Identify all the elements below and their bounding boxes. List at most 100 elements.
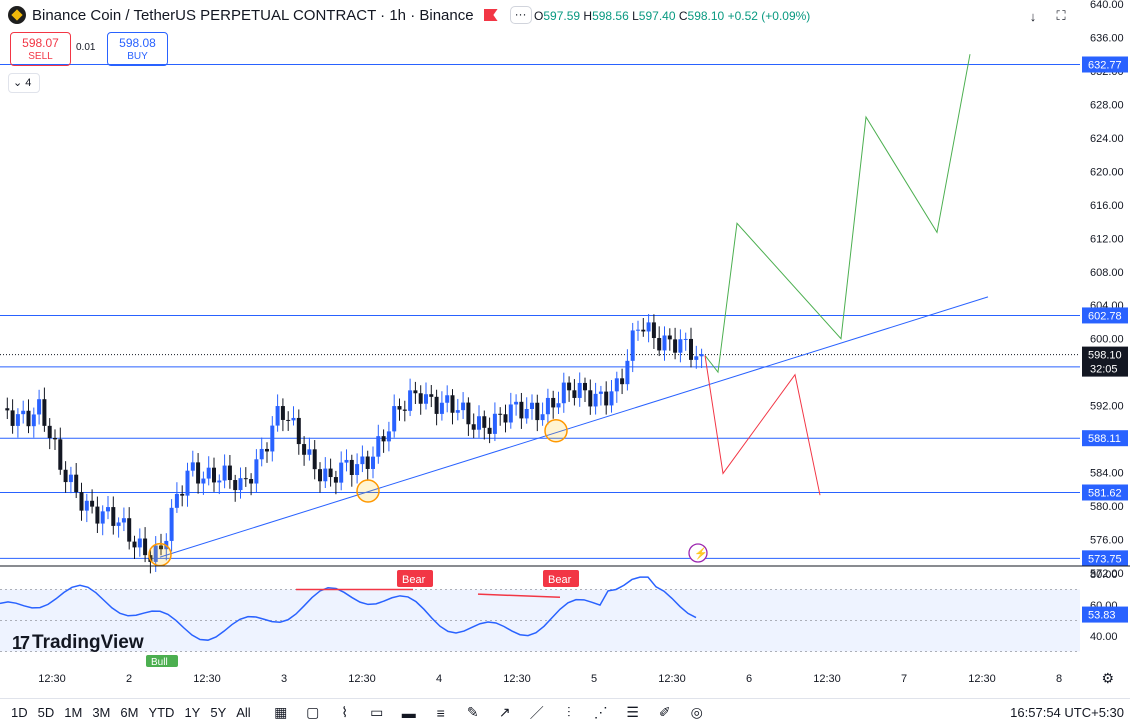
sell-button[interactable]: 598.07 SELL xyxy=(10,32,71,66)
candle-body xyxy=(508,404,513,423)
candle-body xyxy=(439,402,444,414)
symbol-header[interactable]: Binance Coin / TetherUS PERPETUAL CONTRA… xyxy=(8,6,532,24)
volume-profile-icon[interactable]: ☰ xyxy=(622,702,644,724)
flag-icon[interactable] xyxy=(483,9,498,21)
timeframe-5y[interactable]: 5Y xyxy=(205,705,231,720)
drawings[interactable]: ⚡ xyxy=(148,54,989,567)
trendline[interactable] xyxy=(159,296,989,558)
timeframe-5d[interactable]: 5D xyxy=(33,705,60,720)
price-tick: 620.00 xyxy=(1090,166,1124,178)
candle-body xyxy=(360,456,365,465)
price-tick: 616.00 xyxy=(1090,200,1124,212)
trendline-icon[interactable]: ／ xyxy=(526,702,548,724)
price-range-icon[interactable]: ▬ xyxy=(398,702,420,724)
candle-body xyxy=(26,410,31,427)
time-tick: 3 xyxy=(281,673,287,685)
candle-body xyxy=(662,335,667,351)
rectangle-tool-icon[interactable]: ▢ xyxy=(302,702,324,724)
candle-body xyxy=(355,464,360,475)
candle-body xyxy=(471,424,476,430)
candle-body xyxy=(498,413,503,415)
settings-gear-icon[interactable]: ⚙ xyxy=(1101,670,1114,687)
change-value: +0.52 (+0.09%) xyxy=(727,9,811,23)
timeframe-3m[interactable]: 3M xyxy=(87,705,115,720)
candle-body xyxy=(84,500,89,511)
candle-body xyxy=(598,391,603,394)
candle-body xyxy=(535,402,540,421)
date-range-icon[interactable]: ≡ xyxy=(430,702,452,724)
candle-body xyxy=(121,518,126,523)
symbol-title[interactable]: Binance Coin / TetherUS PERPETUAL CONTRA… xyxy=(32,7,474,24)
candle-body xyxy=(636,329,640,331)
candle-body xyxy=(21,410,26,415)
rsi-tick: 40.00 xyxy=(1090,631,1118,643)
tv-mark-icon: 17 xyxy=(12,632,30,653)
candle-body xyxy=(567,382,572,391)
time-tick: 12:30 xyxy=(348,673,376,685)
arrow-icon[interactable]: ↗ xyxy=(494,702,516,724)
candle-body xyxy=(540,414,545,421)
timeframe-ytd[interactable]: YTD xyxy=(143,705,179,720)
ohlc-readout: O597.59 H598.56 L597.40 C598.10 +0.52 (+… xyxy=(534,9,810,23)
chevron-down-icon: ⌄ xyxy=(13,77,23,89)
timeframe-all[interactable]: All xyxy=(231,705,255,720)
target-icon[interactable]: ◎ xyxy=(686,702,708,724)
price-chart[interactable]: 640.00636.00632.00628.00624.00620.00616.… xyxy=(0,0,1130,698)
candle-body xyxy=(174,493,179,508)
fullscreen-icon[interactable]: ⛶ xyxy=(1050,5,1072,27)
candle-body xyxy=(31,414,36,427)
timeframe-1d[interactable]: 1D xyxy=(6,705,33,720)
timeframe-6m[interactable]: 6M xyxy=(115,705,143,720)
bnb-logo-icon xyxy=(8,6,26,24)
fib-icon[interactable]: ⫶ xyxy=(558,702,580,724)
high-key: H xyxy=(583,9,593,23)
candle-body xyxy=(196,462,201,484)
bear-tag-label: Bear xyxy=(548,574,572,586)
timeframe-1m[interactable]: 1M xyxy=(59,705,87,720)
download-icon[interactable]: ↓ xyxy=(1022,5,1044,27)
candle-body xyxy=(296,417,301,445)
candle-body xyxy=(217,480,222,483)
time-tick: 12:30 xyxy=(503,673,531,685)
bearish-projection[interactable] xyxy=(704,355,821,496)
candle-body xyxy=(477,416,481,430)
candle-body xyxy=(90,500,95,507)
candle-body xyxy=(609,391,614,406)
calendar-icon[interactable]: ▦ xyxy=(270,702,292,724)
candle-body xyxy=(79,492,84,511)
candle-body xyxy=(190,462,195,471)
brush-icon[interactable]: ✐ xyxy=(654,702,676,724)
level-label: 573.75 xyxy=(1088,553,1122,565)
candle-body xyxy=(556,403,561,408)
price-tick: 628.00 xyxy=(1090,99,1124,111)
candle-body xyxy=(583,382,587,391)
candle-body xyxy=(243,478,248,480)
candle-body xyxy=(201,478,206,484)
candle-body xyxy=(614,378,619,392)
horizontal-levels[interactable]: 632.77602.78596.64588.11581.62573.75598.… xyxy=(0,56,1128,567)
pattern-icon[interactable]: ⋰ xyxy=(590,702,612,724)
pen-icon[interactable]: ✎ xyxy=(462,702,484,724)
time-tick: 7 xyxy=(901,673,907,685)
candle-body xyxy=(233,480,238,491)
candle-body xyxy=(503,414,508,423)
level-label: 632.77 xyxy=(1088,59,1122,71)
candle-body xyxy=(519,401,524,419)
candle-body xyxy=(561,382,566,404)
timeframe-1y[interactable]: 1Y xyxy=(179,705,205,720)
clock[interactable]: 16:57:54 UTC+5:30 xyxy=(1010,705,1124,720)
candle-body xyxy=(270,425,275,452)
rsi-tick: 80.00 xyxy=(1090,569,1118,581)
path-tool-icon[interactable]: ⌇ xyxy=(334,702,356,724)
long-position-icon[interactable]: ▭ xyxy=(366,702,388,724)
bullish-projection[interactable] xyxy=(704,54,971,374)
more-button[interactable]: ··· xyxy=(509,6,532,24)
candle-body xyxy=(280,406,285,420)
touch-circle xyxy=(356,479,380,503)
candle-body xyxy=(572,390,577,398)
candle-body xyxy=(386,431,391,442)
indicators-toggle[interactable]: ⌄ 4 xyxy=(8,73,40,93)
time-tick: 6 xyxy=(746,673,752,685)
time-tick: 2 xyxy=(126,673,132,685)
buy-button[interactable]: 598.08 BUY xyxy=(107,32,168,66)
